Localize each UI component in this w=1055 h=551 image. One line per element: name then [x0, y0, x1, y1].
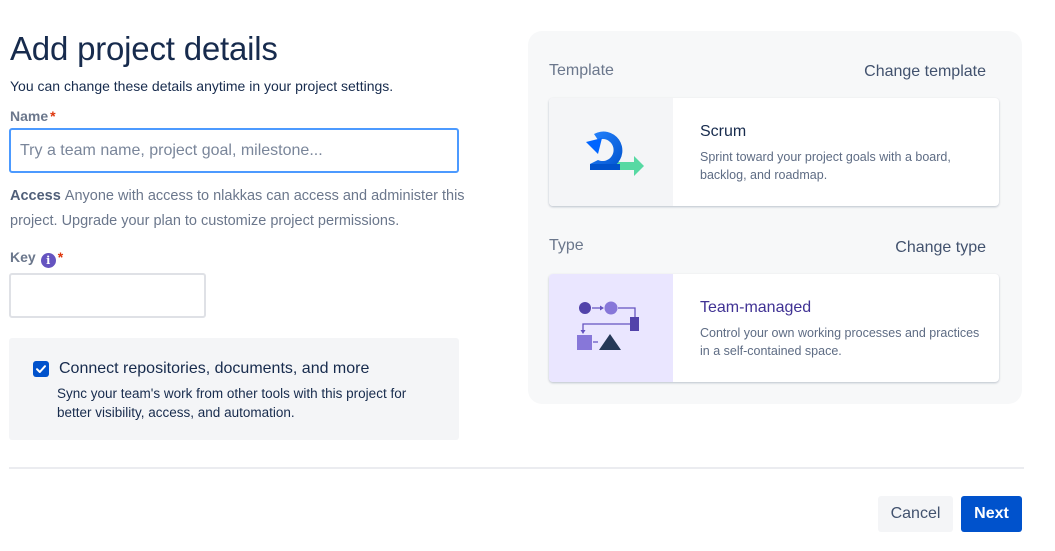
info-icon[interactable]: i	[40, 253, 56, 268]
access-label: Access	[10, 188, 61, 204]
name-label: Name *	[10, 108, 56, 124]
footer-divider	[9, 467, 1024, 469]
template-card-description: Sprint toward your project goals with a …	[700, 150, 951, 182]
next-button[interactable]: Next	[961, 496, 1022, 532]
type-label: Type	[549, 237, 584, 254]
team-managed-icon	[549, 274, 673, 382]
page-subtitle: You can change these details anytime in …	[10, 78, 394, 94]
template-label: Template	[549, 62, 614, 79]
page-title: Add project details	[10, 30, 278, 67]
connect-title: Connect repositories, documents, and mor…	[59, 360, 370, 377]
scrum-icon	[549, 98, 673, 206]
change-type-link[interactable]: Change type	[895, 239, 986, 257]
access-description: Access Anyone with access to nlakkas can …	[10, 188, 465, 229]
template-card-title: Scrum	[700, 123, 747, 140]
connect-tools-panel: Connect repositories, documents, and mor…	[9, 338, 459, 440]
required-asterisk: *	[57, 249, 64, 265]
type-card-title: Team-managed	[700, 299, 812, 316]
template-card[interactable]: Scrum Sprint toward your project goals w…	[549, 98, 999, 206]
project-template-panel: Template Change template Scrum Sprint to…	[528, 31, 1022, 404]
key-input[interactable]	[9, 273, 206, 318]
cancel-button[interactable]: Cancel	[878, 496, 953, 532]
connect-checkbox[interactable]	[33, 361, 49, 377]
type-card[interactable]: Team-managed Control your own working pr…	[549, 274, 999, 382]
type-card-description: Control your own working processes and p…	[700, 326, 980, 358]
change-template-link[interactable]: Change template	[864, 63, 986, 81]
name-input[interactable]	[9, 128, 459, 173]
key-label: Key i *	[10, 249, 64, 268]
required-asterisk: *	[50, 108, 56, 124]
checkmark-icon	[36, 365, 46, 373]
connect-description: Sync your team's work from other tools w…	[57, 386, 407, 420]
